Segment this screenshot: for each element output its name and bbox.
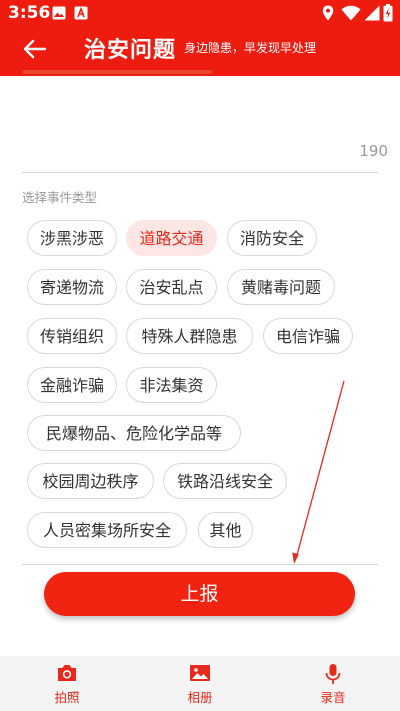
page-subtitle: 身边隐患，早发现早处理 [184,41,317,55]
wifi-icon [341,5,361,21]
chip-public-disorder[interactable]: 治安乱点 [126,269,217,305]
chip-other[interactable]: 其他 [198,512,253,548]
image-icon [190,665,210,681]
chip-fire-safety[interactable]: 消防安全 [227,220,317,256]
chip-financial-fraud[interactable]: 金融诈骗 [27,367,117,403]
camera-button[interactable]: 拍照 [27,656,107,711]
app-notification-icon [74,6,88,20]
record-label: 录音 [320,690,346,705]
chip-road-traffic[interactable]: 道路交通 [126,220,217,256]
chip-crowded-places[interactable]: 人员密集场所安全 [27,512,187,548]
page-title: 治安问题 [84,38,177,63]
location-icon [322,5,334,21]
record-button[interactable]: 录音 [293,656,373,711]
chip-pyramid-scheme[interactable]: 传销组织 [27,318,117,354]
album-label: 相册 [187,690,213,705]
char-counter: 190 [359,142,388,160]
bottom-toolbar: 拍照 相册 录音 [0,656,400,711]
chip-express-logistics[interactable]: 寄递物流 [27,269,117,305]
chip-special-groups[interactable]: 特殊人群隐患 [126,318,253,354]
chip-illegal-fundraising[interactable]: 非法集资 [126,367,217,403]
signal-icon [364,5,380,21]
event-type-label: 选择事件类型 [22,190,98,205]
gallery-notification-icon [52,6,66,20]
camera-label: 拍照 [54,690,80,705]
submit-button[interactable]: 上报 [44,572,355,616]
description-text-cutoff [22,70,212,74]
microphone-icon [325,664,341,684]
chip-gang-crime[interactable]: 涉黑涉恶 [27,220,117,256]
divider [22,564,378,565]
chip-drugs-gambling[interactable]: 黄赌毒问题 [227,269,335,305]
app-header: 治安问题 身边隐患，早发现早处理 [0,26,400,76]
battery-icon [383,4,393,22]
chip-telecom-fraud[interactable]: 电信诈骗 [263,318,353,354]
chip-railway-safety[interactable]: 铁路沿线安全 [163,463,287,499]
chip-hazardous-materials[interactable]: 民爆物品、危险化学品等 [27,415,241,451]
description-input[interactable] [22,70,322,82]
camera-icon [58,665,76,681]
back-arrow-icon[interactable] [20,34,50,64]
divider [22,172,378,173]
status-time: 3:56 [8,3,51,23]
album-button[interactable]: 相册 [160,656,240,711]
status-bar: 3:56 [0,0,400,26]
chip-campus-order[interactable]: 校园周边秩序 [27,463,154,499]
